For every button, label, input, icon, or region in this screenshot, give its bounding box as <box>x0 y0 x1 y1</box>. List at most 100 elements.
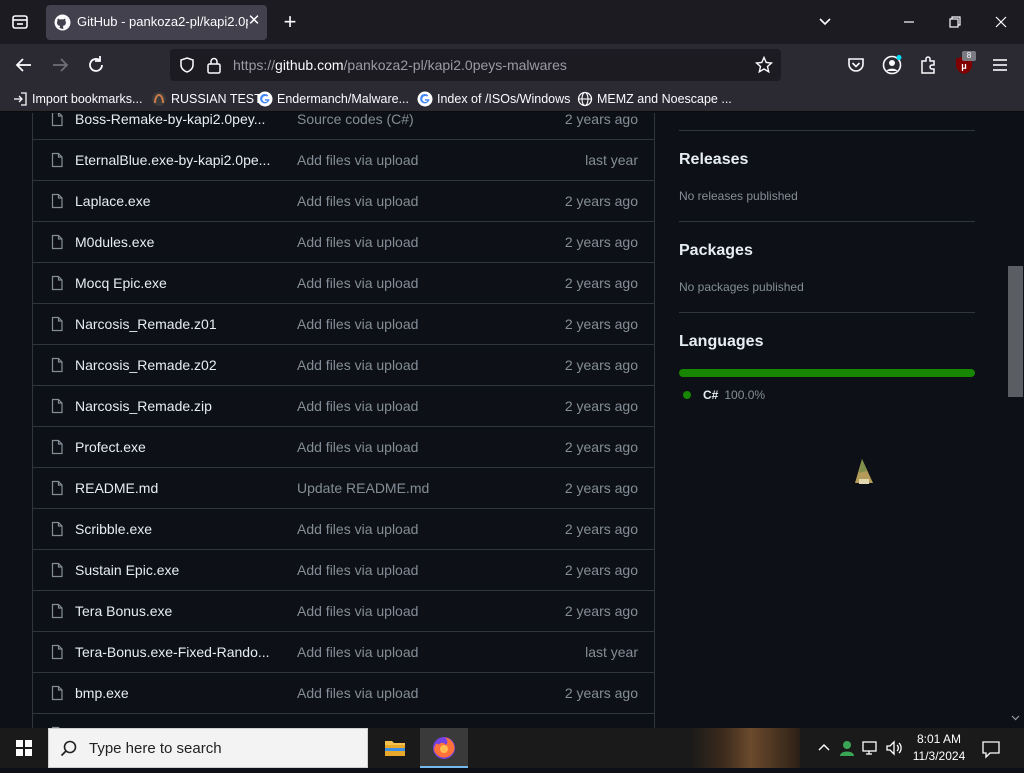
commit-message-link[interactable]: Add files via upload <box>297 439 418 455</box>
file-name-link[interactable]: Narcosis_Remade.z01 <box>75 316 275 332</box>
list-all-tabs-icon[interactable] <box>815 12 835 32</box>
language-name: C# <box>703 388 719 402</box>
windows-taskbar: Type here to search 8:01 AM 11/3/2024 <box>0 728 1024 768</box>
extensions-icon[interactable] <box>917 54 939 76</box>
file-name-link[interactable]: Scribble.exe <box>75 521 275 537</box>
file-row[interactable]: Scribble.exe Add files via upload 2 years … <box>33 509 654 550</box>
commit-message-link[interactable]: Add files via upload <box>297 398 418 414</box>
file-row[interactable]: bmp_GDIOnly.exeAdd files via upload2 yea… <box>33 714 654 728</box>
file-row[interactable]: Sustain Epic.exe Add files via upload 2 ye… <box>33 550 654 591</box>
commit-message-link[interactable]: Add files via upload <box>297 521 418 537</box>
file-row[interactable]: Tera-Bonus.exe-Fixed-Rando... Add files v… <box>33 632 654 673</box>
bookmark-memz[interactable]: MEMZ and Noescape ... <box>577 90 732 108</box>
file-row[interactable]: M0dules.exe Add files via upload 2 years a… <box>33 222 654 263</box>
notification-center-icon[interactable] <box>980 738 1002 760</box>
bookmark-star-icon[interactable] <box>754 55 774 74</box>
page-scrollbar[interactable] <box>1007 113 1024 728</box>
bookmark-russian-test[interactable]: RUSSIAN TEST <box>151 90 262 108</box>
commit-message-link[interactable]: Add files via upload <box>297 152 418 168</box>
taskbar-search-box[interactable]: Type here to search <box>48 728 368 768</box>
file-row[interactable]: Narcosis_Remade.z02 Add files via upload 2… <box>33 345 654 386</box>
file-name-link[interactable]: Sustain Epic.exe <box>75 562 275 578</box>
tracking-protection-icon[interactable] <box>178 56 196 74</box>
new-tab-button[interactable]: + <box>280 10 300 34</box>
user-status-icon[interactable] <box>837 738 857 758</box>
file-explorer-icon[interactable] <box>371 728 419 768</box>
show-hidden-icons-icon[interactable] <box>814 738 834 758</box>
forward-icon[interactable] <box>48 53 72 77</box>
file-name-link[interactable]: Boss-Remake-by-kapi2.0pey... <box>75 113 275 127</box>
commit-message-link[interactable]: Add files via upload <box>297 234 418 250</box>
file-name-link[interactable]: bmp.exe <box>75 685 275 701</box>
file-name-link[interactable]: README.md <box>75 480 275 496</box>
file-name-link[interactable]: Tera Bonus.exe <box>75 603 275 619</box>
file-row[interactable]: Mocq Epic.exe Add files via upload 2 years… <box>33 263 654 304</box>
close-tab-icon[interactable]: ✕ <box>245 12 263 30</box>
bookmark-index-isos[interactable]: Index of /ISOs/Windows <box>417 90 570 108</box>
releases-heading[interactable]: Releases <box>679 151 748 169</box>
system-clock[interactable]: 8:01 AM 11/3/2024 <box>904 731 974 765</box>
language-item-csharp[interactable]: C# 100.0% <box>683 388 765 402</box>
reload-icon[interactable] <box>84 53 108 77</box>
file-name-link[interactable]: Narcosis_Remade.z02 <box>75 357 275 373</box>
bookmark-label: RUSSIAN TEST <box>171 92 262 106</box>
taskbar-wallpaper-region <box>690 728 800 768</box>
bookmark-endermanch[interactable]: Endermanch/Malware... <box>257 90 409 108</box>
browser-tab-active[interactable]: GitHub - pankoza2-pl/kapi2.0p ✕ <box>46 5 267 40</box>
file-name-link[interactable]: Mocq Epic.exe <box>75 275 275 291</box>
pocket-icon[interactable] <box>845 54 867 76</box>
svg-text:μ: μ <box>961 61 967 71</box>
bookmarks-toolbar: Import bookmarks... RUSSIAN TEST Enderma… <box>0 86 1024 112</box>
start-button[interactable] <box>0 728 48 768</box>
file-icon <box>49 480 65 496</box>
commit-message-link[interactable]: Add files via upload <box>297 562 418 578</box>
firefox-view-icon[interactable] <box>8 10 32 34</box>
minimize-icon[interactable] <box>899 12 919 32</box>
file-name-link[interactable]: Tera-Bonus.exe-Fixed-Rando... <box>75 644 275 660</box>
address-bar[interactable]: https://github.com/pankoza2-pl/kapi2.0pe… <box>170 49 781 81</box>
back-icon[interactable] <box>12 53 36 77</box>
file-row[interactable]: bmp.exe Add files via upload 2 years ago <box>33 673 654 714</box>
file-row[interactable]: Narcosis_Remade.zip Add files via upload 2… <box>33 386 654 427</box>
packages-heading[interactable]: Packages <box>679 242 753 260</box>
file-name-link[interactable]: Profect.exe <box>75 439 275 455</box>
account-icon[interactable] <box>881 54 903 76</box>
file-row[interactable]: EternalBlue.exe-by-kapi2.0pe... Add files… <box>33 140 654 181</box>
firefox-taskbar-icon[interactable] <box>420 728 468 768</box>
lock-icon[interactable] <box>206 56 222 74</box>
commit-message-link[interactable]: Source codes (C#) <box>297 113 414 127</box>
scrollbar-thumb[interactable] <box>1008 266 1023 397</box>
network-icon[interactable] <box>861 738 881 758</box>
browser-tab-bar: GitHub - pankoza2-pl/kapi2.0p ✕ + <box>0 0 1024 44</box>
restore-icon[interactable] <box>945 12 965 32</box>
file-name-link[interactable]: EternalBlue.exe-by-kapi2.0pe... <box>75 152 275 168</box>
commit-message-link[interactable]: Update README.md <box>297 480 429 496</box>
file-row[interactable]: Boss-Remake-by-kapi2.0pey... Source codes… <box>33 113 654 140</box>
commit-date: 2 years ago <box>564 603 638 619</box>
scroll-down-icon[interactable] <box>1011 713 1020 722</box>
search-icon <box>59 739 79 759</box>
close-window-icon[interactable] <box>991 12 1011 32</box>
commit-message-link[interactable]: Add files via upload <box>297 316 418 332</box>
file-row[interactable]: Profect.exe Add files via upload 2 years a… <box>33 427 654 468</box>
file-name-link[interactable]: M0dules.exe <box>75 234 275 250</box>
commit-message-link[interactable]: Add files via upload <box>297 275 418 291</box>
url-text[interactable]: https://github.com/pankoza2-pl/kapi2.0pe… <box>233 57 567 73</box>
commit-message-link[interactable]: Add files via upload <box>297 193 418 209</box>
file-row[interactable]: Tera Bonus.exe Add files via upload 2 year… <box>33 591 654 632</box>
commit-message-link[interactable]: Add files via upload <box>297 357 418 373</box>
volume-icon[interactable] <box>884 738 904 758</box>
bookmark-import[interactable]: Import bookmarks... <box>12 90 142 108</box>
clock-date: 11/3/2024 <box>912 749 966 763</box>
file-name-link[interactable]: Laplace.exe <box>75 193 275 209</box>
commit-message-link[interactable]: Add files via upload <box>297 603 418 619</box>
divider <box>679 221 975 222</box>
file-icon <box>49 152 65 168</box>
file-row[interactable]: Narcosis_Remade.z01 Add files via upload 2… <box>33 304 654 345</box>
file-name-link[interactable]: Narcosis_Remade.zip <box>75 398 275 414</box>
commit-message-link[interactable]: Add files via upload <box>297 644 418 660</box>
commit-message-link[interactable]: Add files via upload <box>297 685 418 701</box>
hamburger-menu-icon[interactable] <box>989 54 1011 76</box>
file-row[interactable]: README.md Update README.md 2 years ago <box>33 468 654 509</box>
file-row[interactable]: Laplace.exe Add files via upload 2 years a… <box>33 181 654 222</box>
